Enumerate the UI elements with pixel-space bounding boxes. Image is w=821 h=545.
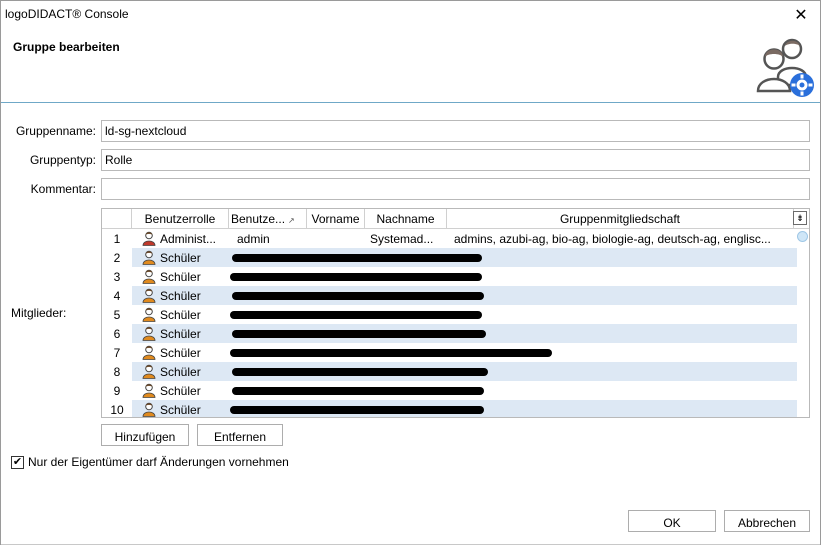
col-header-firstname[interactable]: Vorname [307, 209, 365, 229]
cell-memberships [454, 362, 794, 381]
col-header-role[interactable]: Benutzerrolle [132, 209, 229, 229]
window-title: logoDIDACT® Console [5, 7, 129, 21]
close-icon[interactable]: ✕ [788, 3, 814, 27]
scrollbar-thumb[interactable] [797, 231, 808, 242]
row-number: 10 [102, 400, 132, 417]
cell-memberships [454, 267, 794, 286]
row-number: 5 [102, 305, 132, 324]
comment-field[interactable] [101, 178, 810, 200]
table-row[interactable]: 5 Schüler [102, 305, 797, 324]
row-number: 2 [102, 248, 132, 267]
dialog-window: logoDIDACT® Console ✕ Gruppe bearbeiten [0, 0, 821, 545]
grouptype-row: Gruppentyp: Rolle [1, 149, 820, 172]
groupname-field[interactable]: ld-sg-nextcloud [101, 120, 810, 142]
redaction-bar [232, 330, 486, 338]
cell-username: admin [237, 232, 270, 246]
redaction-bar [232, 292, 484, 300]
cell-role: Schüler [160, 384, 201, 398]
user-role-icon [142, 250, 156, 265]
table-row[interactable]: 9 Schüler [102, 381, 797, 400]
cell-role: Administ... [160, 232, 217, 246]
cell-role: Schüler [160, 251, 201, 265]
redaction-bar [232, 387, 484, 395]
owner-only-checkbox[interactable]: ✔ [11, 456, 24, 469]
grouptype-field[interactable]: Rolle [101, 149, 810, 171]
table-row[interactable]: 10 Schüler [102, 400, 797, 417]
user-role-icon [142, 231, 156, 246]
user-role-icon [142, 326, 156, 341]
cell-memberships [454, 305, 794, 324]
redaction-bar [230, 311, 482, 319]
remove-member-button[interactable]: Entfernen [197, 424, 283, 446]
cell-memberships [454, 248, 794, 267]
grid-header: Benutzerrolle Benutze... ↗ Vorname Nachna… [102, 209, 809, 229]
group-settings-icon [756, 38, 814, 97]
members-label: Mitglieder: [11, 306, 67, 320]
row-number: 6 [102, 324, 132, 343]
table-row[interactable]: 3 Schüler [102, 267, 797, 286]
row-number: 9 [102, 381, 132, 400]
add-member-button[interactable]: Hinzufügen [101, 424, 189, 446]
cell-role: Schüler [160, 289, 201, 303]
comment-label: Kommentar: [30, 182, 96, 196]
user-role-icon [142, 402, 156, 417]
members-grid[interactable]: Benutzerrolle Benutze... ↗ Vorname Nachna… [101, 208, 810, 418]
table-row[interactable]: 4 Schüler [102, 286, 797, 305]
col-header-username-label: Benutze... [231, 212, 286, 226]
cell-memberships [454, 286, 794, 305]
cell-role: Schüler [160, 403, 201, 417]
table-row[interactable]: 6 Schüler [102, 324, 797, 343]
redaction-bar [232, 368, 488, 376]
user-role-icon [142, 345, 156, 360]
col-header-lastname[interactable]: Nachname [365, 209, 447, 229]
table-row[interactable]: 7 Schüler [102, 343, 797, 362]
table-row[interactable]: 1 Administ... admin Systemad... admins, azub… [102, 229, 797, 248]
comment-row: Kommentar: [1, 178, 820, 201]
cell-role: Schüler [160, 270, 201, 284]
column-chooser-icon[interactable]: ⇟ [793, 211, 807, 225]
cell-role: Schüler [160, 346, 201, 360]
user-role-icon [142, 269, 156, 284]
cell-lastname: Systemad... [370, 232, 434, 246]
user-role-icon [142, 364, 156, 379]
groupname-label: Gruppenname: [15, 124, 96, 138]
row-number: 3 [102, 267, 132, 286]
col-header-memberships[interactable]: Gruppenmitgliedschaft [447, 209, 794, 229]
redaction-bar [230, 273, 482, 281]
cell-role: Schüler [160, 365, 201, 379]
row-number: 8 [102, 362, 132, 381]
grouptype-label: Gruppentyp: [29, 153, 96, 167]
cell-memberships [454, 324, 794, 343]
dialog-header: Gruppe bearbeiten [1, 29, 820, 103]
cell-role: Schüler [160, 327, 201, 341]
user-role-icon [142, 383, 156, 398]
redaction-bar [232, 254, 482, 262]
dialog-heading: Gruppe bearbeiten [13, 40, 120, 54]
row-number: 4 [102, 286, 132, 305]
user-role-icon [142, 307, 156, 322]
sort-icon: ↗ [288, 216, 295, 225]
table-row[interactable]: 2 Schüler [102, 248, 797, 267]
groupname-row: Gruppenname: ld-sg-nextcloud [1, 120, 820, 143]
cell-firstname [309, 229, 365, 248]
ok-button[interactable]: OK [628, 510, 716, 532]
cell-memberships [454, 381, 794, 400]
cell-memberships [454, 400, 794, 417]
table-row[interactable]: 8 Schüler [102, 362, 797, 381]
user-role-icon [142, 288, 156, 303]
redaction-bar [230, 406, 484, 414]
cancel-button[interactable]: Abbrechen [724, 510, 810, 532]
grid-corner [102, 209, 132, 229]
cell-role: Schüler [160, 308, 201, 322]
owner-only-label: Nur der Eigentümer darf Änderungen vorne… [28, 455, 289, 469]
row-number: 1 [102, 229, 132, 248]
row-number: 7 [102, 343, 132, 362]
cell-memberships: admins, azubi-ag, bio-ag, biologie-ag, d… [454, 232, 771, 246]
title-bar: logoDIDACT® Console ✕ [1, 1, 820, 29]
redaction-bar [230, 349, 552, 357]
col-header-username[interactable]: Benutze... ↗ [229, 209, 307, 229]
